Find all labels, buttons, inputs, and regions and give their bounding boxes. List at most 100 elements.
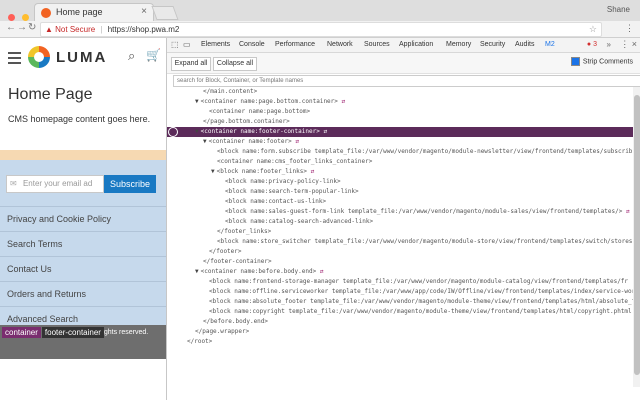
page-title: Home Page: [8, 86, 93, 103]
tree-node[interactable]: <block name:copyright template_file:/var…: [209, 307, 632, 317]
luma-logo-icon[interactable]: [28, 46, 50, 68]
tree-node[interactable]: <block name:offline.serviceworker templa…: [209, 287, 635, 297]
warning-icon: ▲: [45, 25, 53, 34]
newsletter-input[interactable]: ✉ Enter your email ad: [6, 175, 104, 193]
tree-node[interactable]: </footer-container>: [203, 257, 272, 267]
tab-memory[interactable]: Memory: [446, 41, 471, 48]
footer-link-contact[interactable]: Contact Us: [0, 256, 166, 281]
tree-node[interactable]: <block name:form.subscribe template_file…: [217, 147, 632, 157]
subscribe-button[interactable]: Subscribe: [104, 175, 156, 193]
tree-node[interactable]: </main.content>: [203, 87, 257, 97]
bookmark-star-icon[interactable]: ☆: [589, 23, 597, 36]
search-icon[interactable]: ⌕: [128, 48, 135, 64]
tab-network[interactable]: Network: [327, 41, 353, 48]
tree-node[interactable]: </root>: [187, 337, 212, 347]
new-tab-button[interactable]: [151, 6, 179, 20]
strip-comments-label: Strip Comments: [582, 58, 633, 66]
tree-node[interactable]: <block name:contact-us-link>: [225, 197, 326, 207]
tab-console[interactable]: Console: [239, 41, 265, 48]
m2-toolbar: Expand all Collapse all Strip Comments: [167, 53, 640, 74]
tree-node[interactable]: <block name:store_switcher template_file…: [217, 237, 632, 247]
url-separator: |: [100, 25, 103, 34]
profile-name[interactable]: Shane: [607, 5, 630, 14]
browser-menu-icon[interactable]: ⋮: [625, 23, 634, 34]
address-bar[interactable]: ▲ Not Secure | https://shop.pwa.m2 ☆: [40, 22, 602, 37]
tab-performance[interactable]: Performance: [275, 41, 315, 48]
overlay-name: footer-container: [41, 327, 104, 338]
tree-node[interactable]: </page.bottom.container>: [203, 117, 290, 127]
tab-title: Home page: [56, 7, 103, 17]
close-window-icon[interactable]: [8, 14, 15, 21]
strip-comments-checkbox[interactable]: Strip Comments: [570, 57, 633, 66]
tree-node-selected[interactable]: ▼ <container name:footer-container> ⇄: [167, 127, 633, 138]
tab-audits[interactable]: Audits: [515, 41, 534, 48]
overlay-type: container: [2, 327, 41, 338]
tab-m2[interactable]: M2: [545, 41, 555, 48]
back-icon[interactable]: ←: [6, 22, 16, 33]
tab-sources[interactable]: Sources: [364, 41, 390, 48]
minimize-window-icon[interactable]: [22, 14, 30, 21]
reload-icon[interactable]: ↻: [28, 22, 36, 33]
expand-triangle-icon[interactable]: ▼: [195, 128, 199, 135]
close-tab-icon[interactable]: ×: [141, 6, 147, 17]
cms-content: CMS homepage content goes here.: [8, 114, 151, 124]
error-count: 3: [593, 41, 597, 48]
footer-link-privacy[interactable]: Privacy and Cookie Policy: [0, 206, 166, 231]
tree-node[interactable]: <block name:absolute_footer template_fil…: [209, 297, 635, 307]
tree-node[interactable]: ▼ <block name:footer_links> ⇄: [211, 167, 314, 177]
brand-name[interactable]: LUMA: [56, 49, 107, 66]
site-header: LUMA ⌕ 🛒: [0, 38, 166, 76]
tab-elements[interactable]: Elements: [201, 41, 230, 48]
tree-node[interactable]: <block name:sales-guest-form-link templa…: [225, 207, 630, 217]
devtools-tabs: ⬚ ▭ Elements Console Performance Network…: [167, 38, 640, 53]
layout-tree: </main.content> ▼ <container name:page.bo…: [167, 87, 640, 387]
tree-node[interactable]: <container name:page.bottom>: [209, 107, 310, 117]
more-tabs-icon[interactable]: »: [607, 40, 611, 49]
favicon-icon: [41, 8, 51, 18]
not-secure-label: Not Secure: [55, 25, 96, 34]
highlight-strip: [0, 150, 166, 160]
footer-link-orders[interactable]: Orders and Returns: [0, 281, 166, 306]
footer-links: Privacy and Cookie Policy Search Terms C…: [0, 206, 166, 331]
hamburger-menu-icon[interactable]: [8, 52, 21, 67]
tree-node[interactable]: </footer>: [209, 247, 242, 257]
tree-node[interactable]: <block name:privacy-policy-link>: [225, 177, 341, 187]
address-bar-row: ← → ↻ ▲ Not Secure | https://shop.pwa.m2…: [0, 21, 640, 38]
tree-node[interactable]: ▼ <container name:before.body.end> ⇄: [195, 267, 323, 277]
expand-triangle-icon[interactable]: ▼: [195, 98, 199, 105]
tree-node[interactable]: ▼ <container name:page.bottom.container> …: [195, 97, 345, 107]
envelope-icon: ✉: [10, 179, 17, 188]
url-text: https://shop.pwa.m2: [107, 25, 180, 34]
footer-link-search-terms[interactable]: Search Terms: [0, 231, 166, 256]
tree-node[interactable]: ▼ <container name:footer> ⇄: [203, 137, 299, 147]
tree-node[interactable]: <container name:cms_footer_links_contain…: [217, 157, 372, 167]
newsletter-placeholder: Enter your email ad: [22, 179, 93, 188]
selected-node-icon: [168, 127, 178, 137]
tree-node[interactable]: </before.body.end>: [203, 317, 268, 327]
tab-security[interactable]: Security: [480, 41, 505, 48]
tree-node[interactable]: <block name:frontend-storage-manager tem…: [209, 277, 628, 287]
expand-triangle-icon[interactable]: ▼: [195, 268, 199, 275]
checkbox-checked-icon: [570, 57, 580, 66]
forward-icon[interactable]: →: [17, 22, 27, 33]
devtools-menu-icon[interactable]: ⋮ ×: [620, 39, 637, 50]
tab-application[interactable]: Application: [399, 41, 433, 48]
collapse-all-button[interactable]: Collapse all: [213, 57, 257, 71]
expand-triangle-icon[interactable]: ▼: [203, 138, 207, 145]
tree-node[interactable]: </footer_links>: [217, 227, 271, 237]
error-count-badge[interactable]: ● 3: [587, 41, 597, 48]
devtools-panel: ⬚ ▭ Elements Console Performance Network…: [166, 38, 640, 400]
tree-search-input[interactable]: search for Block, Container, or Template…: [173, 75, 640, 87]
tree-node[interactable]: <block name:search-term-popular-link>: [225, 187, 359, 197]
tree-node[interactable]: <block name:catalog-search-advanced-link…: [225, 217, 373, 227]
inspect-icon[interactable]: ⬚: [171, 40, 179, 49]
expand-all-button[interactable]: Expand all: [171, 57, 211, 71]
browser-tab[interactable]: Home page ×: [34, 3, 154, 22]
tree-node[interactable]: </page.wrapper>: [195, 327, 249, 337]
cart-icon[interactable]: 🛒: [146, 48, 161, 62]
device-toolbar-icon[interactable]: ▭: [183, 40, 191, 49]
page-footer: ✉ Enter your email ad Subscribe Privacy …: [0, 160, 166, 344]
webpage: LUMA ⌕ 🛒 Home Page CMS homepage content …: [0, 38, 166, 400]
tree-scrollbar-thumb[interactable]: [634, 95, 640, 375]
expand-triangle-icon[interactable]: ▼: [211, 168, 215, 175]
